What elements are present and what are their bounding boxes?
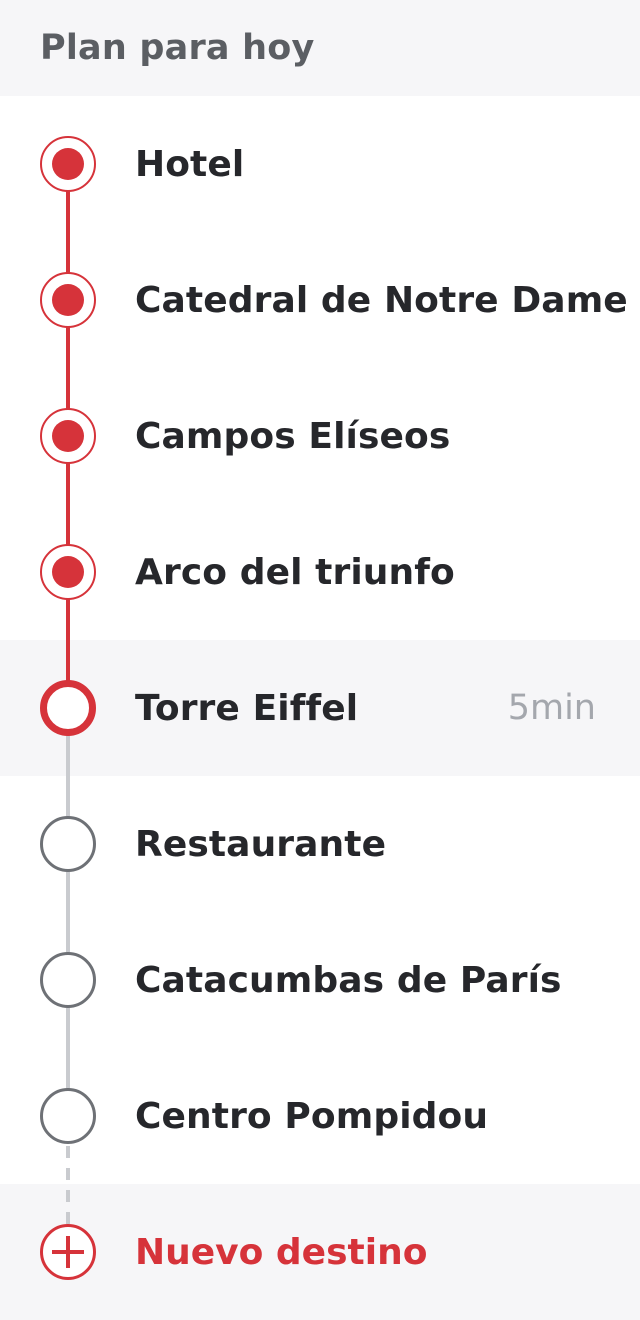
stop-eta: 5min [507,688,596,728]
stop-label: Campos Elíseos [135,415,451,457]
trip-plan-screen: Plan para hoy Hotel Catedral de Notre Da… [0,0,640,1320]
list-item-stop[interactable]: Catedral de Notre Dame [0,232,640,368]
stop-completed-icon [40,136,96,192]
timeline-line-dashed [66,1146,70,1236]
stop-pending-icon [40,1088,96,1144]
stop-completed-icon [40,408,96,464]
list-item-stop[interactable]: Centro Pompidou [0,1048,640,1184]
stop-completed-icon [40,544,96,600]
timeline-line-upcoming [66,708,70,1116]
stop-label: Arco del triunfo [135,551,455,593]
list-item-stop[interactable]: Hotel [0,96,640,232]
add-destination-button[interactable]: Nuevo destino [0,1184,640,1320]
page-title: Plan para hoy [40,28,315,68]
add-destination-label: Nuevo destino [135,1231,428,1273]
list-item-stop[interactable]: Restaurante [0,776,640,912]
stop-label: Restaurante [135,823,387,865]
stop-label: Hotel [135,143,245,185]
stop-completed-icon [40,272,96,328]
stop-label: Centro Pompidou [135,1095,489,1137]
stop-pending-icon [40,816,96,872]
plus-circle-icon [40,1224,96,1280]
header: Plan para hoy [0,0,640,96]
itinerary-list: Hotel Catedral de Notre Dame Campos Elís… [0,96,640,1184]
list-item-stop[interactable]: Catacumbas de París [0,912,640,1048]
stop-pending-icon [40,952,96,1008]
list-item-stop[interactable]: Campos Elíseos [0,368,640,504]
stop-label: Catacumbas de París [135,959,562,1001]
list-item-stop[interactable]: Arco del triunfo [0,504,640,640]
stop-label: Catedral de Notre Dame [135,279,628,321]
stop-label: Torre Eiffel [135,687,359,729]
stop-current-icon [40,680,96,736]
list-item-stop-current[interactable]: Torre Eiffel 5min [0,640,640,776]
